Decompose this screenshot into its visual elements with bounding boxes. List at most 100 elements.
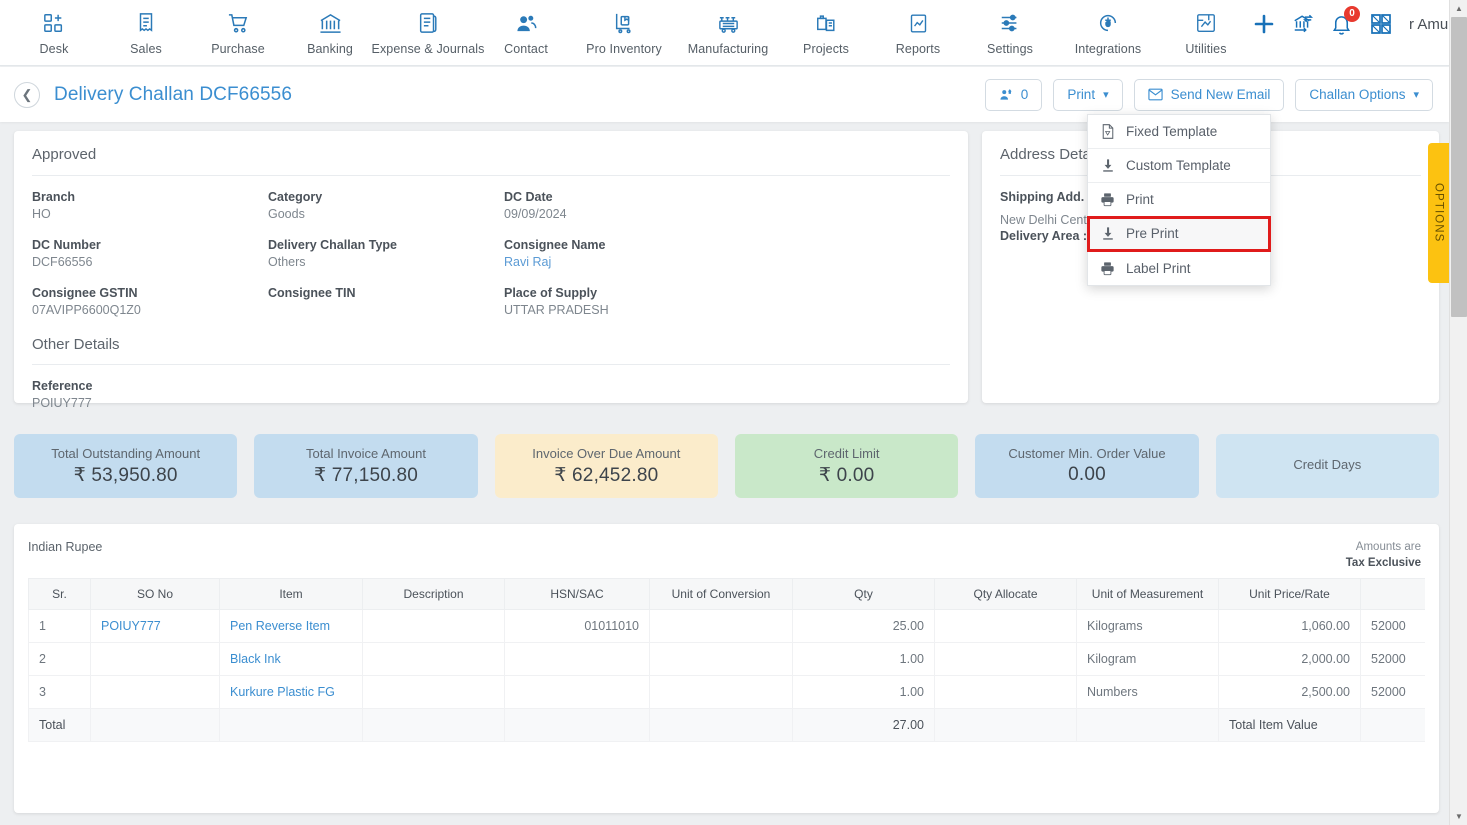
field-consignee-tin: Consignee TIN bbox=[268, 286, 504, 317]
kpi-credit-limit: Credit Limit ₹ 0.00 bbox=[734, 434, 959, 498]
send-email-label: Send New Email bbox=[1170, 87, 1271, 102]
cell-uom: Numbers bbox=[1076, 675, 1219, 709]
nav-label: Projects bbox=[803, 42, 849, 56]
nav-item-integrations[interactable]: Integrations bbox=[1056, 7, 1160, 56]
options-side-tab[interactable]: OPTIONS bbox=[1428, 143, 1449, 283]
menu-item-pre-print[interactable]: Pre Print bbox=[1087, 216, 1271, 252]
manufacturing-icon bbox=[717, 9, 740, 37]
attachments-button[interactable]: 0 bbox=[984, 78, 1043, 111]
field-place-of-supply: Place of Supply UTTAR PRADESH bbox=[504, 286, 740, 317]
field-category: Category Goods bbox=[268, 190, 504, 221]
nav-label: Expense & Journals bbox=[371, 42, 485, 56]
col-qty-allocate[interactable]: Qty Allocate bbox=[934, 578, 1077, 610]
table-row[interactable]: 1 POIUY777 Pen Reverse Item 01011010 25.… bbox=[28, 609, 1425, 643]
download-icon bbox=[1100, 226, 1115, 241]
col-unit-of-conversion[interactable]: Unit of Conversion bbox=[649, 578, 793, 610]
nav-label: Utilities bbox=[1185, 42, 1227, 56]
nav-label: Contact bbox=[504, 42, 548, 56]
table-row[interactable]: 2 Black Ink 1.00 Kilogram 2,000.00 52000 bbox=[28, 642, 1425, 676]
add-new-button[interactable] bbox=[1252, 12, 1276, 36]
cell-sr: 2 bbox=[28, 642, 91, 676]
kpi-value: ₹ 53,950.80 bbox=[73, 464, 178, 486]
items-table-card: Indian Rupee Amounts are Tax Exclusive S… bbox=[14, 524, 1439, 813]
field-reference: Reference POIUY777 bbox=[32, 379, 268, 410]
cell-extra: 52000 bbox=[1360, 609, 1425, 643]
scroll-up-arrow-icon[interactable]: ▲ bbox=[1450, 0, 1467, 17]
cell-item[interactable]: Black Ink bbox=[219, 642, 363, 676]
nav-item-manufacturing[interactable]: Manufacturing bbox=[676, 7, 780, 56]
print-button-label: Print bbox=[1067, 87, 1096, 102]
field-value: HO bbox=[32, 207, 51, 221]
items-table-scroll-area[interactable]: Sr. SO No Item Description HSN/SAC Unit … bbox=[28, 578, 1425, 742]
col-qty[interactable]: Qty bbox=[792, 578, 935, 610]
nav-label: Pro Inventory bbox=[586, 42, 662, 56]
challan-options-button[interactable]: Challan Options ▾ bbox=[1295, 78, 1433, 111]
menu-item-print[interactable]: Print bbox=[1088, 183, 1270, 217]
nav-item-projects[interactable]: Projects bbox=[780, 7, 872, 56]
page-vertical-scrollbar[interactable]: ▲ ▼ bbox=[1449, 0, 1467, 825]
menu-item-label: Fixed Template bbox=[1126, 124, 1218, 139]
nav-item-settings[interactable]: Settings bbox=[964, 7, 1056, 56]
nav-item-reports[interactable]: Reports bbox=[872, 7, 964, 56]
field-value: 09/09/2024 bbox=[504, 207, 567, 221]
utilities-icon bbox=[1195, 9, 1217, 37]
col-item[interactable]: Item bbox=[219, 578, 363, 610]
kpi-value: 0.00 bbox=[1068, 464, 1106, 485]
field-label: Consignee TIN bbox=[268, 286, 356, 300]
menu-item-label: Print bbox=[1126, 192, 1154, 207]
menu-item-label-print[interactable]: Label Print bbox=[1088, 251, 1270, 285]
col-hsn-sac[interactable]: HSN/SAC bbox=[504, 578, 650, 610]
col-sr[interactable]: Sr. bbox=[28, 578, 91, 610]
items-table: Sr. SO No Item Description HSN/SAC Unit … bbox=[28, 578, 1425, 742]
challan-details-card: Approved Branch HO Category Goods DC Dat… bbox=[14, 131, 968, 410]
nav-item-expense-journals[interactable]: Expense & Journals bbox=[372, 7, 484, 56]
cell-sr: 1 bbox=[28, 609, 91, 643]
notifications-button[interactable]: 0 bbox=[1330, 5, 1360, 36]
page-title: Delivery Challan DCF66556 bbox=[54, 83, 292, 105]
cell-item[interactable]: Kurkure Plastic FG bbox=[219, 675, 363, 709]
scroll-down-arrow-icon[interactable]: ▼ bbox=[1450, 808, 1467, 825]
cell-so-no[interactable] bbox=[90, 675, 220, 709]
col-unit-price-rate[interactable]: Unit Price/Rate bbox=[1218, 578, 1361, 610]
menu-item-fixed-template[interactable]: Fixed Template bbox=[1088, 115, 1270, 149]
cell-so-no[interactable]: POIUY777 bbox=[90, 609, 220, 643]
tax-note-line1: Amounts are bbox=[1355, 541, 1421, 553]
print-button[interactable]: Print ▾ bbox=[1053, 78, 1123, 111]
table-total-row: Total 27.00 Total Item Value bbox=[28, 708, 1425, 742]
send-new-email-button[interactable]: Send New Email bbox=[1133, 78, 1285, 111]
nav-item-sales[interactable]: Sales bbox=[100, 7, 192, 56]
bank-transfer-icon[interactable] bbox=[1292, 13, 1314, 35]
nav-item-purchase[interactable]: Purchase bbox=[192, 7, 284, 56]
nav-item-utilities[interactable]: Utilities bbox=[1160, 7, 1252, 56]
back-button[interactable]: ❮ bbox=[14, 81, 40, 108]
cell-qty-allocate bbox=[934, 609, 1077, 643]
print-dropdown-menu: Fixed Template Custom Template Print Pre… bbox=[1087, 114, 1271, 286]
divider bbox=[32, 364, 950, 365]
currency-label: Indian Rupee bbox=[28, 540, 103, 554]
nav-item-pro-inventory[interactable]: Pro Inventory bbox=[572, 7, 676, 56]
attachments-count: 0 bbox=[1020, 87, 1029, 102]
cell-so-no[interactable] bbox=[90, 642, 220, 676]
consignee-name-link[interactable]: Ravi Raj bbox=[504, 255, 740, 269]
menu-item-custom-template[interactable]: Custom Template bbox=[1088, 149, 1270, 183]
field-label: Consignee Name bbox=[504, 238, 606, 252]
grid-apps-icon[interactable] bbox=[1369, 12, 1393, 36]
cell-item[interactable]: Pen Reverse Item bbox=[219, 609, 363, 643]
nav-item-desk[interactable]: Desk bbox=[8, 7, 100, 56]
nav-item-contact[interactable]: Contact bbox=[480, 7, 572, 56]
scrollbar-thumb[interactable] bbox=[1451, 17, 1467, 317]
field-label: Branch bbox=[32, 190, 76, 204]
nav-right-actions: 0 r Amul Dairy ▾ bbox=[1252, 0, 1467, 36]
col-unit-of-measurement[interactable]: Unit of Measurement bbox=[1076, 578, 1219, 610]
nav-label: Settings bbox=[987, 42, 1033, 56]
cell-uom: Kilogram bbox=[1076, 642, 1219, 676]
cell-total-qty: 27.00 bbox=[792, 708, 935, 742]
kpi-label: Credit Limit bbox=[813, 445, 880, 461]
col-description[interactable]: Description bbox=[362, 578, 505, 610]
table-row[interactable]: 3 Kurkure Plastic FG 1.00 Numbers 2,500.… bbox=[28, 675, 1425, 709]
col-extra[interactable] bbox=[1360, 578, 1425, 610]
menu-item-label: Label Print bbox=[1126, 260, 1191, 276]
cell-unit-price: 2,500.00 bbox=[1218, 675, 1361, 709]
col-so-no[interactable]: SO No bbox=[90, 578, 220, 610]
nav-item-banking[interactable]: Banking bbox=[284, 7, 376, 56]
